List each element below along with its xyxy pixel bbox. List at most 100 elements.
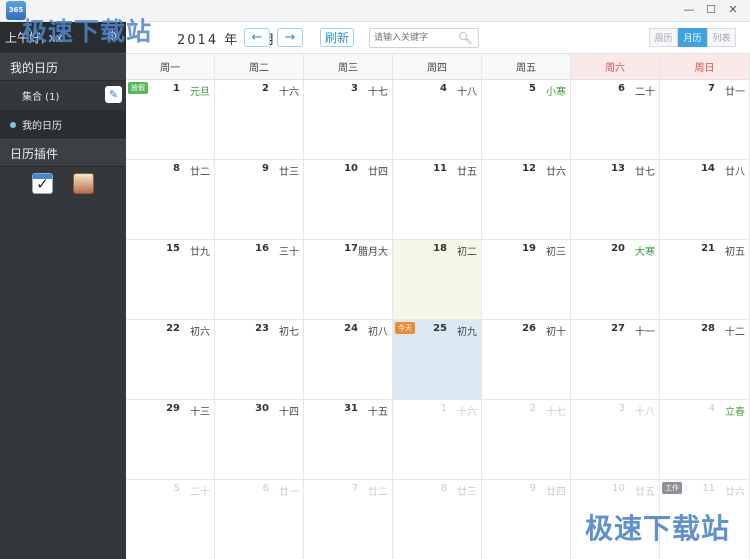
day-number: 2 [262, 83, 269, 94]
day-cell[interactable]: 21 初五 [660, 240, 750, 320]
edit-icon[interactable]: ✎ [105, 86, 122, 103]
search-input[interactable] [370, 29, 452, 47]
section-my-calendar[interactable]: 我的日历 [0, 53, 126, 81]
day-cell[interactable]: 13 廿七 [571, 160, 660, 240]
lunar-date: 初八 [368, 327, 388, 338]
day-number: 5 [529, 83, 536, 94]
close-button[interactable]: ✕ [722, 1, 744, 17]
day-cell[interactable]: 27 十一 [571, 320, 660, 400]
weekday-label: 周六 [571, 54, 660, 79]
sidebar-item-collection[interactable]: 集合 (1) ✎ [0, 81, 126, 110]
day-number: 31 [344, 403, 358, 414]
day-cell[interactable]: 31 十五 [304, 400, 393, 480]
maximize-button[interactable]: ☐ [700, 1, 722, 17]
lunar-date: 大寒 [635, 247, 655, 258]
day-cell[interactable]: 20 大寒 [571, 240, 660, 320]
day-cell[interactable]: 5 小寒 [482, 80, 571, 160]
day-cell[interactable]: 17 腊月大 [304, 240, 393, 320]
day-number: 7 [351, 483, 358, 494]
day-grid: 放假 1 元旦 2 十六 3 十七 4 十八 5 小寒 6 二十 7 廿一 8 廿二 9 廿三 10 廿四 11 廿五 12 廿… [126, 80, 750, 559]
day-cell[interactable]: 3 十八 [571, 400, 660, 480]
tab-week-view[interactable]: 周历 [649, 28, 678, 47]
tab-month-view[interactable]: 月历 [678, 28, 707, 47]
lunar-date: 元旦 [190, 87, 210, 98]
lunar-date: 十一 [635, 327, 655, 338]
lunar-date: 廿五 [635, 487, 655, 498]
lunar-date: 初三 [546, 247, 566, 258]
tab-list-view[interactable]: 列表 [707, 28, 736, 47]
day-cell[interactable]: 6 廿一 [215, 480, 304, 559]
prev-month-button[interactable]: ← [244, 28, 270, 47]
day-number: 6 [618, 83, 625, 94]
day-cell[interactable]: 16 三十 [215, 240, 304, 320]
day-cell[interactable]: 12 廿六 [482, 160, 571, 240]
weekday-label: 周二 [215, 54, 304, 79]
day-cell[interactable]: 23 初七 [215, 320, 304, 400]
day-cell[interactable]: 22 初六 [126, 320, 215, 400]
day-cell[interactable]: 29 十三 [126, 400, 215, 480]
day-number: 11 [702, 483, 715, 494]
day-number: 21 [701, 243, 715, 254]
day-cell[interactable]: 9 廿三 [215, 160, 304, 240]
lunar-date: 十四 [279, 407, 299, 418]
sidebar-item-my-calendar[interactable]: 我的日历 [0, 110, 126, 139]
day-cell[interactable]: 7 廿一 [660, 80, 750, 160]
day-cell[interactable]: 14 廿八 [660, 160, 750, 240]
lunar-date: 廿四 [368, 167, 388, 178]
day-cell[interactable]: 8 廿三 [393, 480, 482, 559]
lunar-date: 十二 [725, 327, 745, 338]
lunar-date: 十七 [368, 87, 388, 98]
day-cell[interactable]: 18 初二 [393, 240, 482, 320]
day-cell[interactable]: 8 廿二 [126, 160, 215, 240]
todo-plugin-icon[interactable]: ✓ [32, 173, 53, 194]
day-cell[interactable]: 11 廿五 [393, 160, 482, 240]
day-cell[interactable]: 10 廿四 [304, 160, 393, 240]
day-cell[interactable]: 1 十六 [393, 400, 482, 480]
birthday-plugin-icon[interactable] [73, 173, 94, 194]
day-cell[interactable]: 今天 25 初九 [393, 320, 482, 400]
day-number: 15 [166, 243, 180, 254]
day-number: 1 [440, 403, 447, 414]
lunar-date: 廿三 [279, 167, 299, 178]
lunar-date: 腊月大 [358, 247, 388, 258]
month-calendar: 周一 周二 周三 周四 周五 周六 周日 放假 1 元旦 2 十六 3 十七 4 十八 5 小寒 6 二… [126, 53, 750, 559]
day-cell[interactable]: 放假 1 元旦 [126, 80, 215, 160]
day-number: 16 [255, 243, 269, 254]
day-cell[interactable]: 24 初八 [304, 320, 393, 400]
section-plugins[interactable]: 日历插件 [0, 139, 126, 167]
lunar-date: 廿三 [457, 487, 477, 498]
day-number: 6 [262, 483, 269, 494]
refresh-button[interactable]: 刷新 [320, 28, 354, 47]
day-cell[interactable]: 28 十二 [660, 320, 750, 400]
day-cell[interactable]: 19 初三 [482, 240, 571, 320]
lunar-date: 廿一 [725, 87, 745, 98]
search-icon[interactable]: 🔍︎ [453, 29, 477, 47]
day-cell[interactable]: 2 十七 [482, 400, 571, 480]
lunar-date: 初九 [457, 327, 477, 338]
day-cell[interactable]: 30 十四 [215, 400, 304, 480]
day-cell[interactable]: 26 初十 [482, 320, 571, 400]
day-cell[interactable]: 2 十六 [215, 80, 304, 160]
minimize-button[interactable]: — [678, 1, 700, 17]
day-cell[interactable]: 4 十八 [393, 80, 482, 160]
day-cell[interactable]: 6 二十 [571, 80, 660, 160]
weekday-label: 周一 [126, 54, 215, 79]
day-cell[interactable]: 15 廿九 [126, 240, 215, 320]
holiday-badge: 放假 [128, 82, 148, 94]
day-number: 10 [344, 163, 358, 174]
day-number: 5 [173, 483, 180, 494]
day-number: 4 [708, 403, 715, 414]
day-number: 28 [701, 323, 715, 334]
lunar-date: 廿一 [279, 487, 299, 498]
day-number: 8 [440, 483, 447, 494]
day-cell[interactable]: 5 二十 [126, 480, 215, 559]
next-month-button[interactable]: → [277, 28, 303, 47]
day-cell[interactable]: 9 廿四 [482, 480, 571, 559]
calendar-color-dot [10, 122, 16, 128]
day-cell[interactable]: 3 十七 [304, 80, 393, 160]
search-box: 🔍︎ [369, 28, 479, 48]
lunar-date: 初七 [279, 327, 299, 338]
day-cell[interactable]: 7 廿二 [304, 480, 393, 559]
lunar-date: 十五 [368, 407, 388, 418]
day-cell[interactable]: 4 立春 [660, 400, 750, 480]
